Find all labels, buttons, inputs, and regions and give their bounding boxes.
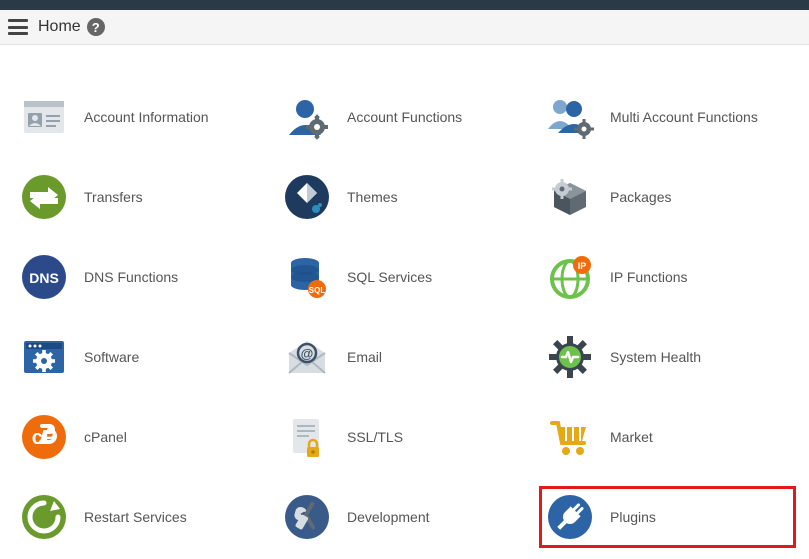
ssl-icon [283,413,331,461]
breadcrumb-bar: Home ? [0,10,809,45]
cpanel-icon: cP [20,413,68,461]
tile-label: IP Functions [610,269,688,285]
packages-icon [546,173,594,221]
partial-icon-3 [546,49,594,69]
email-icon: @ [283,333,331,381]
plugins-icon [546,493,594,541]
tile-themes[interactable]: Themes [283,173,526,221]
tile-label: Development [347,509,430,525]
development-icon [283,493,331,541]
tile-label: Multi Account Functions [610,109,758,125]
account-functions-icon [283,93,331,141]
partial-tile-1[interactable] [20,49,263,69]
menu-icon[interactable] [8,19,28,35]
partial-icon-2 [283,49,331,69]
themes-icon [283,173,331,221]
tile-label: Packages [610,189,671,205]
breadcrumb-title[interactable]: Home [38,18,81,36]
partial-tile-2[interactable] [283,49,526,69]
tile-cpanel[interactable]: cP cPanel [20,413,263,461]
tile-label: System Health [610,349,701,365]
tile-system-health[interactable]: System Health [546,333,789,381]
tile-development[interactable]: Development [283,493,526,541]
tile-label: Plugins [610,509,656,525]
account-info-icon [20,93,68,141]
multi-account-icon [546,93,594,141]
tile-account-functions[interactable]: Account Functions [283,93,526,141]
sql-icon: SQL [283,253,331,301]
tile-transfers[interactable]: Transfers [20,173,263,221]
transfers-icon [20,173,68,221]
tile-label: Account Information [84,109,209,125]
tiles-grid: Account Information Account Functions [0,93,809,559]
market-icon [546,413,594,461]
tile-packages[interactable]: Packages [546,173,789,221]
tile-ip-functions[interactable]: IP IP Functions [546,253,789,301]
tile-label: SQL Services [347,269,432,285]
tile-label: Software [84,349,139,365]
tile-restart-services[interactable]: Restart Services [20,493,263,541]
tile-account-information[interactable]: Account Information [20,93,263,141]
svg-text:cP: cP [32,427,56,449]
partial-tile-3[interactable] [546,49,789,69]
tile-label: SSL/TLS [347,429,403,445]
tile-software[interactable]: Software [20,333,263,381]
partial-icon-1 [20,49,68,69]
tile-label: cPanel [84,429,127,445]
partial-row [0,45,809,93]
tile-plugins[interactable]: Plugins [539,486,796,548]
tile-label: Email [347,349,382,365]
tile-label: Transfers [84,189,143,205]
svg-text:IP: IP [578,261,587,271]
software-icon [20,333,68,381]
tile-label: Themes [347,189,398,205]
tile-ssl-tls[interactable]: SSL/TLS [283,413,526,461]
tile-email[interactable]: @ Email [283,333,526,381]
svg-text:SQL: SQL [309,286,326,295]
svg-text:DNS: DNS [29,270,59,286]
tile-dns-functions[interactable]: DNS DNS Functions [20,253,263,301]
tile-label: Restart Services [84,509,187,525]
ip-icon: IP [546,253,594,301]
tile-sql-services[interactable]: SQL SQL Services [283,253,526,301]
dns-icon: DNS [20,253,68,301]
restart-icon [20,493,68,541]
tile-label: Market [610,429,653,445]
svg-text:@: @ [301,346,314,361]
help-icon[interactable]: ? [87,18,105,36]
system-health-icon [546,333,594,381]
tile-market[interactable]: Market [546,413,789,461]
tile-multi-account-functions[interactable]: Multi Account Functions [546,93,789,141]
tile-label: Account Functions [347,109,462,125]
top-bar [0,0,809,10]
tile-label: DNS Functions [84,269,178,285]
